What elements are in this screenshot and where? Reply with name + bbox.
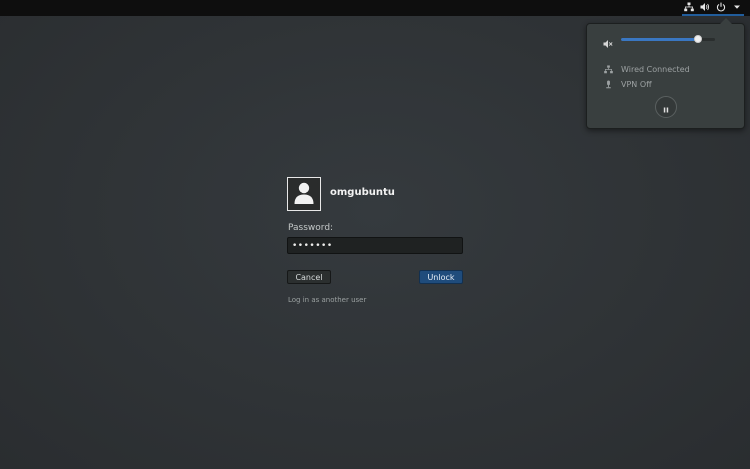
- system-status-area[interactable]: [682, 0, 744, 16]
- login-another-user-link[interactable]: Log in as another user: [288, 296, 366, 304]
- power-icon[interactable]: [716, 2, 726, 12]
- password-label: Password:: [288, 223, 334, 233]
- system-menu: Wired Connected VPN Off: [586, 18, 745, 129]
- volume-slider-fill: [621, 38, 698, 41]
- volume-slider[interactable]: [621, 35, 715, 43]
- username-label: omgubuntu: [330, 187, 395, 198]
- network-wired-icon: [603, 64, 613, 74]
- menu-item-wired-label: Wired Connected: [621, 64, 690, 74]
- menu-item-vpn[interactable]: VPN Off: [603, 78, 652, 90]
- volume-row: [603, 33, 731, 48]
- volume-slider-handle[interactable]: [694, 35, 702, 43]
- user-avatar-icon: [291, 179, 317, 209]
- unlock-button[interactable]: Unlock: [419, 270, 463, 284]
- network-wired-icon[interactable]: [684, 2, 694, 12]
- top-bar: [0, 0, 750, 16]
- vpn-icon: [603, 79, 613, 89]
- lock-button[interactable]: [655, 96, 677, 118]
- pause-lock-icon: [663, 98, 669, 117]
- volume-muted-icon: [603, 34, 613, 48]
- password-field[interactable]: [287, 237, 463, 254]
- menu-item-vpn-label: VPN Off: [621, 79, 652, 89]
- cancel-button[interactable]: Cancel: [287, 270, 331, 284]
- volume-icon[interactable]: [700, 2, 710, 12]
- arrow-down-icon[interactable]: [732, 2, 742, 12]
- menu-item-wired[interactable]: Wired Connected: [603, 63, 690, 75]
- user-avatar: [287, 177, 321, 211]
